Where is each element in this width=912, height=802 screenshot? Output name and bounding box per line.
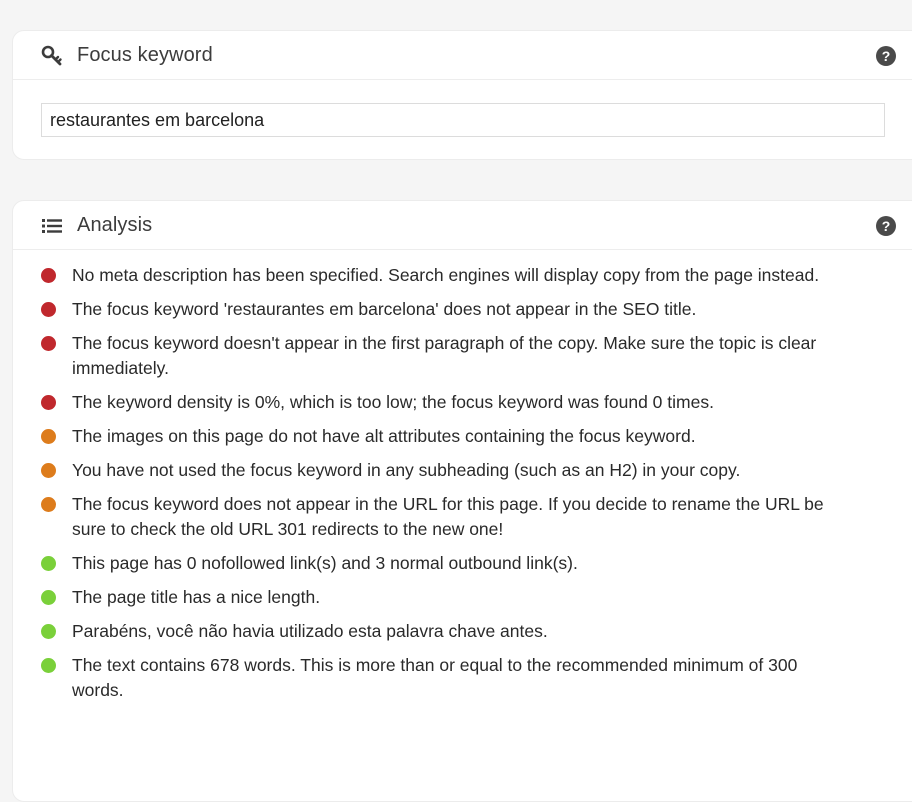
analysis-result-item: You have not used the focus keyword in a… — [13, 458, 842, 483]
list-icon — [42, 219, 62, 233]
analysis-result-text: No meta description has been specified. … — [72, 265, 820, 285]
ok-score-bullet-icon — [41, 429, 56, 444]
analysis-result-item: The focus keyword 'restaurantes em barce… — [13, 297, 842, 322]
analysis-title: Analysis — [77, 214, 153, 236]
analysis-result-item: No meta description has been specified. … — [13, 263, 842, 288]
analysis-result-text: The focus keyword does not appear in the… — [72, 494, 824, 539]
ok-score-bullet-icon — [41, 497, 56, 512]
good-score-bullet-icon — [41, 658, 56, 673]
analysis-result-text: The images on this page do not have alt … — [72, 426, 696, 446]
analysis-result-item: The page title has a nice length. — [13, 585, 842, 610]
question-circle-icon[interactable]: ? — [876, 46, 896, 66]
ok-score-bullet-icon — [41, 463, 56, 478]
question-circle-icon[interactable]: ? — [876, 216, 896, 236]
analysis-result-item: The focus keyword doesn't appear in the … — [13, 331, 842, 381]
analysis-result-item: The images on this page do not have alt … — [13, 424, 842, 449]
analysis-header: Analysis ? — [13, 201, 912, 250]
good-score-bullet-icon — [41, 590, 56, 605]
good-score-bullet-icon — [41, 624, 56, 639]
bad-score-bullet-icon — [41, 336, 56, 351]
bad-score-bullet-icon — [41, 268, 56, 283]
analysis-result-text: The page title has a nice length. — [72, 587, 321, 607]
focus-keyword-input[interactable] — [41, 103, 885, 137]
analysis-result-text: The focus keyword doesn't appear in the … — [72, 333, 817, 378]
analysis-result-text: The keyword density is 0%, which is too … — [72, 392, 714, 412]
analysis-result-text: Parabéns, você não havia utilizado esta … — [72, 621, 548, 641]
focus-keyword-header: Focus keyword ? — [13, 31, 912, 80]
key-icon — [41, 45, 62, 66]
analysis-result-text: The focus keyword 'restaurantes em barce… — [72, 299, 697, 319]
analysis-result-text: You have not used the focus keyword in a… — [72, 460, 741, 480]
focus-keyword-panel: Focus keyword ? — [12, 30, 912, 160]
analysis-result-item: The keyword density is 0%, which is too … — [13, 390, 842, 415]
analysis-result-item: The text contains 678 words. This is mor… — [13, 653, 842, 703]
analysis-result-item: The focus keyword does not appear in the… — [13, 492, 842, 542]
analysis-result-item: Parabéns, você não havia utilizado esta … — [13, 619, 842, 644]
focus-keyword-title: Focus keyword — [77, 44, 213, 66]
good-score-bullet-icon — [41, 556, 56, 571]
analysis-panel: Analysis ? No meta description has been … — [12, 200, 912, 802]
analysis-result-text: This page has 0 nofollowed link(s) and 3… — [72, 553, 578, 573]
analysis-result-item: This page has 0 nofollowed link(s) and 3… — [13, 551, 842, 576]
bad-score-bullet-icon — [41, 395, 56, 410]
analysis-results-list: No meta description has been specified. … — [13, 263, 842, 712]
bad-score-bullet-icon — [41, 302, 56, 317]
analysis-result-text: The text contains 678 words. This is mor… — [72, 655, 798, 700]
